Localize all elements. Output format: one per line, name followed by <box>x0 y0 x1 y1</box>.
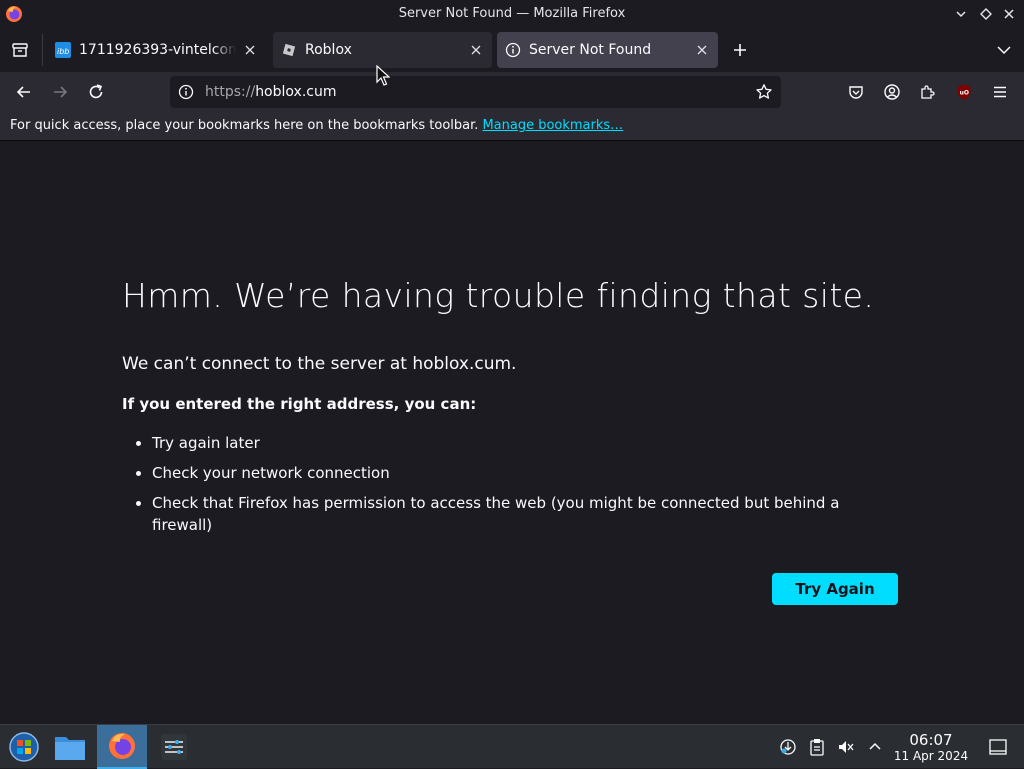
svg-text:uO: uO <box>960 90 969 97</box>
firefox-taskbar-button[interactable] <box>97 725 147 769</box>
back-button[interactable] <box>10 78 38 106</box>
tab-strip: ibb 1711926393-vintelcomp Roblox Server … <box>0 28 1024 72</box>
pocket-button[interactable] <box>842 78 870 106</box>
tab-server-not-found[interactable]: Server Not Found <box>497 32 718 68</box>
reload-button[interactable] <box>82 78 110 106</box>
list-all-tabs-button[interactable] <box>990 36 1018 64</box>
error-title: Hmm. We’re having trouble finding that s… <box>122 276 875 315</box>
tab-roblox[interactable]: Roblox <box>273 32 492 68</box>
error-description: We can’t connect to the server at hoblox… <box>122 354 517 374</box>
error-suggestion-lead: If you entered the right address, you ca… <box>122 395 477 413</box>
window-titlebar: Server Not Found — Mozilla Firefox <box>0 0 1024 28</box>
start-orb-icon <box>9 732 39 762</box>
suggestion-item: Check your network connection <box>152 462 862 484</box>
window-title: Server Not Found — Mozilla Firefox <box>398 6 626 21</box>
extensions-puzzle-icon[interactable] <box>914 78 942 106</box>
navigation-toolbar: https://hoblox.cum uO <box>0 72 1024 112</box>
file-manager-button[interactable] <box>46 725 94 769</box>
close-window-icon[interactable] <box>1000 5 1018 23</box>
svg-text:ibb: ibb <box>57 47 69 56</box>
tab-label: 1711926393-vintelcomp <box>79 42 236 58</box>
firefox-icon <box>109 733 135 759</box>
tray-expand-icon[interactable] <box>865 737 885 757</box>
tab-label: Server Not Found <box>529 42 652 58</box>
hamburger-menu-icon[interactable] <box>986 78 1014 106</box>
sliders-icon <box>161 734 187 760</box>
show-desktop-icon[interactable] <box>988 737 1008 757</box>
mouse-cursor-icon <box>376 64 391 87</box>
close-tab-icon[interactable] <box>694 42 710 58</box>
forward-button[interactable] <box>46 78 74 106</box>
minimize-icon[interactable] <box>952 5 970 23</box>
clipboard-icon[interactable] <box>807 737 827 757</box>
roblox-favicon <box>281 42 297 58</box>
maximize-icon[interactable] <box>977 5 995 23</box>
tab-divider <box>42 34 43 66</box>
clock-date: 11 Apr 2024 <box>893 749 969 763</box>
folder-icon <box>55 737 85 760</box>
tab-vintelcomp[interactable]: ibb 1711926393-vintelcomp <box>47 32 266 68</box>
bookmarks-toolbar-message: For quick access, place your bookmarks h… <box>10 118 479 133</box>
try-again-button[interactable]: Try Again <box>772 573 898 605</box>
digital-clock[interactable]: 06:07 11 Apr 2024 <box>890 731 972 763</box>
suggestion-item: Check that Firefox has permission to acc… <box>152 492 862 536</box>
ibb-favicon: ibb <box>55 42 71 58</box>
firefox-view-button[interactable] <box>6 36 34 64</box>
site-info-icon[interactable] <box>178 84 194 100</box>
taskbar: 06:07 11 Apr 2024 <box>0 724 1024 769</box>
close-tab-icon[interactable] <box>242 42 258 58</box>
settings-taskbar-button[interactable] <box>150 725 198 769</box>
suggestion-list: Try again later Check your network conne… <box>122 432 862 544</box>
close-tab-icon[interactable] <box>468 42 484 58</box>
account-button[interactable] <box>878 78 906 106</box>
url-host: hoblox.cum <box>255 84 337 100</box>
error-page: Hmm. We’re having trouble finding that s… <box>0 142 1024 724</box>
ublock-origin-icon[interactable]: uO <box>950 78 978 106</box>
url-text[interactable]: https://hoblox.cum <box>205 76 336 108</box>
volume-muted-icon[interactable] <box>836 737 856 757</box>
manage-bookmarks-link[interactable]: Manage bookmarks… <box>482 118 623 133</box>
bookmarks-toolbar: For quick access, place your bookmarks h… <box>0 112 1024 141</box>
suggestion-item: Try again later <box>152 432 862 454</box>
bookmark-star-icon[interactable] <box>755 83 773 101</box>
network-icon[interactable] <box>778 737 798 757</box>
clock-time: 06:07 <box>909 731 953 749</box>
tab-label: Roblox <box>305 42 352 58</box>
start-menu-button[interactable] <box>0 725 48 769</box>
new-tab-button[interactable] <box>726 36 754 64</box>
info-icon <box>505 42 521 58</box>
url-bar[interactable]: https://hoblox.cum <box>170 76 781 108</box>
url-scheme: https:// <box>205 84 256 100</box>
